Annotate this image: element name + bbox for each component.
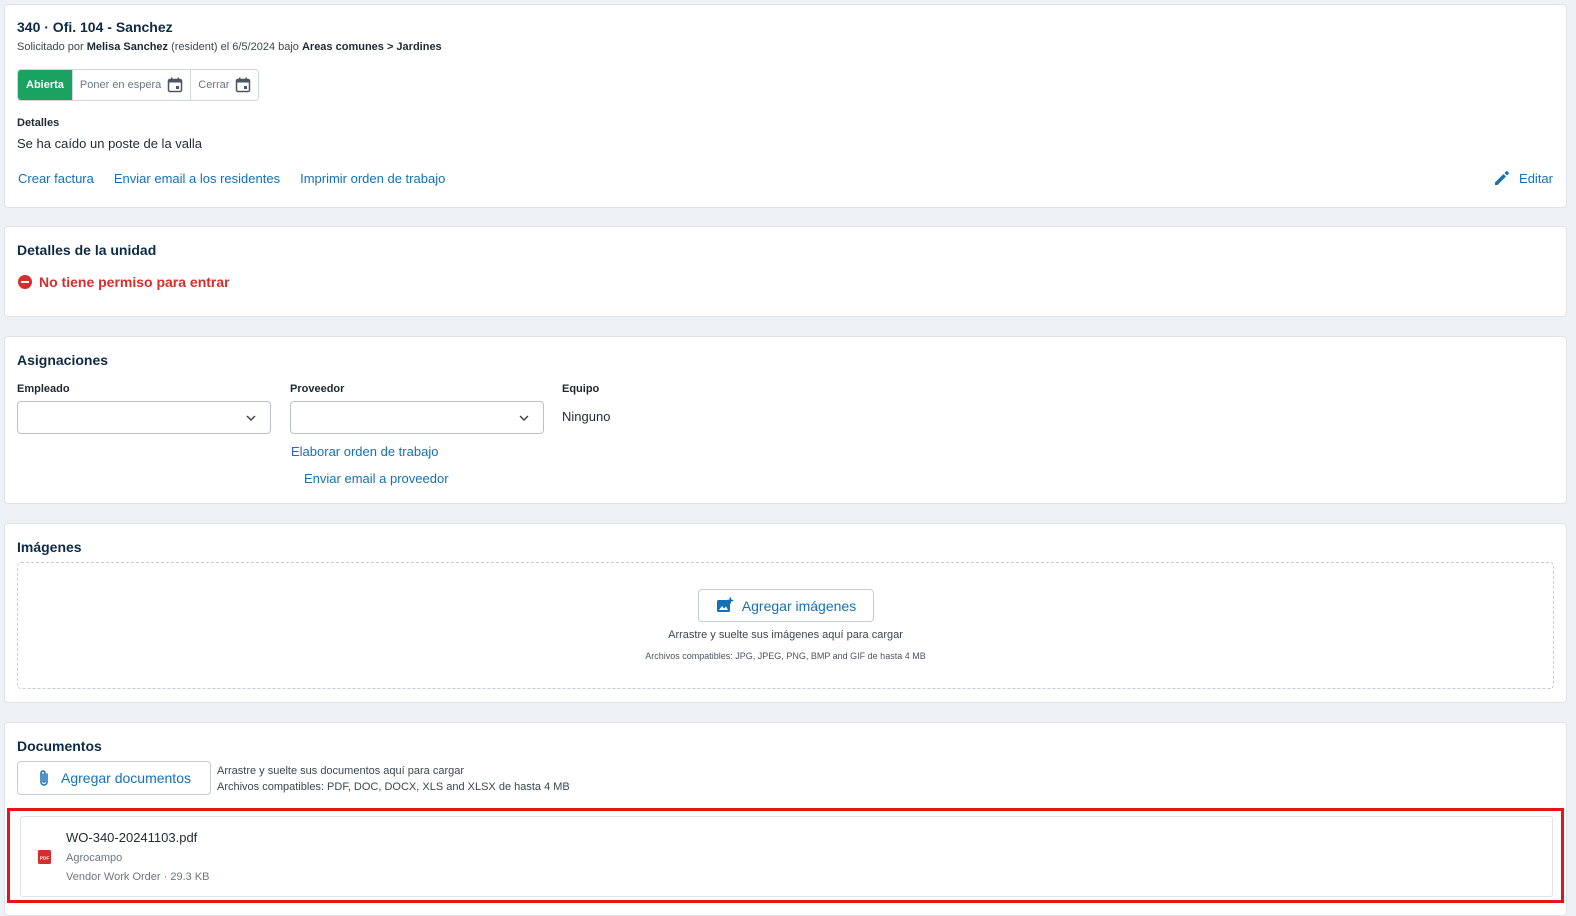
documents-title: Documentos [17,738,102,754]
details-label: Detalles [17,117,60,129]
assignments-title: Asignaciones [17,352,109,368]
unit-details-title: Detalles de la unidad [17,242,157,258]
status-close-label: Cerrar [198,79,230,91]
entry-permission-status: No tiene permiso para entrar [18,274,230,290]
vendor-label: Proveedor [290,383,345,395]
details-text: Se ha caído un poste de la valla [17,136,203,151]
add-image-icon [716,597,734,612]
status-hold-label: Poner en espera [79,79,162,91]
equipment-value: Ninguno [562,409,611,424]
document-item[interactable]: PDF WO-340-20241103.pdf Agrocampo Vendor… [20,816,1553,897]
action-links: Crear factura Enviar email a los residen… [18,171,445,186]
print-work-order-link[interactable]: Imprimir orden de trabajo [300,171,445,186]
no-entry-icon [18,275,32,289]
status-toggle-group: Abierta Poner en espera Cerrar [17,69,260,101]
edit-button[interactable]: Editar [1493,169,1553,187]
email-residents-link[interactable]: Enviar email a los residentes [114,171,280,186]
request-header-card: 340 · Ofi. 104 - Sanchez Solicitado por … [4,4,1567,208]
document-name[interactable]: WO-340-20241103.pdf [66,830,197,845]
documents-hint: Arrastre y suelte sus documentos aquí pa… [217,763,570,795]
subtitle-prefix: Solicitado por [17,41,87,53]
pencil-icon [1495,171,1509,185]
request-subtitle: Solicitado por Melisa Sanchez (resident)… [17,41,442,53]
status-open-label: Abierta [26,79,64,91]
equipment-field: Equipo Ninguno [562,383,610,424]
add-documents-button[interactable]: Agregar documentos [17,761,211,795]
paperclip-icon [40,770,48,786]
documents-supported-formats: Archivos compatibles: PDF, DOC, DOCX, XL… [217,781,570,793]
pdf-file-icon: PDF [38,850,51,864]
add-documents-label: Agregar documentos [61,770,191,786]
calendar-icon[interactable] [167,77,183,93]
unit-details-card: Detalles de la unidad No tiene permiso p… [4,226,1567,317]
create-work-order-link[interactable]: Elaborar orden de trabajo [291,444,438,459]
page-title: 340 · Ofi. 104 - Sanchez [17,19,173,35]
images-supported-formats: Archivos compatibles: JPG, JPEG, PNG, BM… [645,651,926,661]
requester-name: Melisa Sanchez [86,41,169,53]
chevron-down-icon [519,415,529,422]
request-category: Areas comunes > Jardines [301,41,442,53]
employee-select[interactable] [17,401,271,434]
documents-drop-text: Arrastre y suelte sus documentos aquí pa… [217,765,465,777]
images-card: Imágenes Agregar imágenes Arrastre y sue… [4,523,1567,703]
images-title: Imágenes [17,539,82,555]
employee-label: Empleado [17,383,70,395]
entry-status-text: No tiene permiso para entrar [39,274,230,290]
pdf-icon-text: PDF [40,855,50,861]
create-invoice-link[interactable]: Crear factura [18,171,94,186]
subtitle-mid: (resident) el 6/5/2024 bajo [168,41,302,53]
edit-label: Editar [1519,170,1553,186]
vendor-field: Proveedor [290,383,544,434]
status-close-button[interactable]: Cerrar [191,70,259,100]
equipment-label: Equipo [562,383,600,395]
calendar-icon[interactable] [235,77,251,93]
vendor-select[interactable] [290,401,544,434]
document-vendor: Agrocampo [66,852,123,864]
documents-card: Documentos Agregar documentos Arrastre y… [4,722,1567,916]
images-dropzone[interactable]: Agregar imágenes Arrastre y suelte sus i… [17,562,1554,689]
status-hold-button[interactable]: Poner en espera [72,70,192,100]
status-open-button[interactable]: Abierta [18,70,73,100]
email-vendor-link[interactable]: Enviar email a proveedor [304,471,449,486]
employee-field: Empleado [17,383,271,434]
add-images-label: Agregar imágenes [741,597,857,614]
document-meta: Vendor Work Order · 29.3 KB [66,871,210,883]
add-images-button[interactable]: Agregar imágenes [698,589,874,622]
highlight-box: PDF WO-340-20241103.pdf Agrocampo Vendor… [7,808,1564,903]
images-drop-text: Arrastre y suelte sus imágenes aquí para… [668,629,903,641]
assignments-card: Asignaciones Empleado Proveedor Equipo N… [4,336,1567,504]
chevron-down-icon [246,415,256,422]
